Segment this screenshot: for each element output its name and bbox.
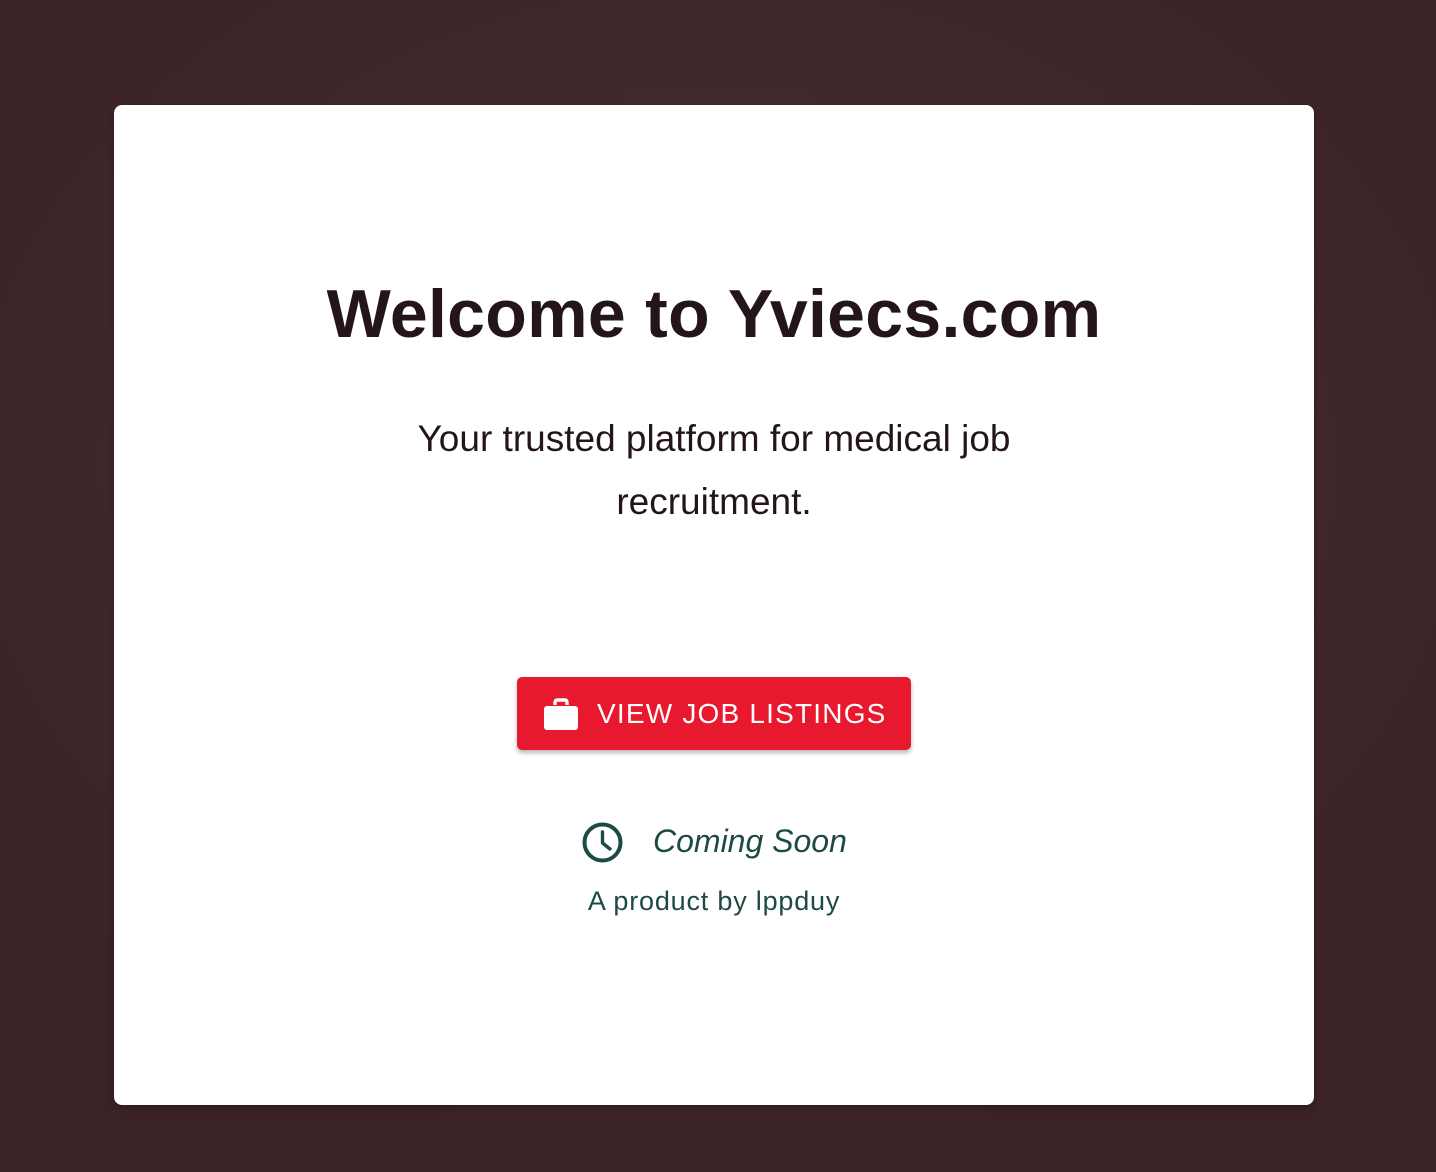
briefcase-icon [544, 698, 578, 730]
coming-soon-text: Coming Soon [653, 823, 847, 859]
coming-soon-status: Coming Soon [581, 817, 881, 865]
view-job-listings-label: VIEW JOB LISTINGS [597, 698, 887, 729]
welcome-card: Welcome to Yviecs.com Your trusted platf… [114, 105, 1314, 1105]
page-title: Welcome to Yviecs.com [326, 276, 1102, 352]
view-job-listings-button[interactable]: VIEW JOB LISTINGS [517, 677, 911, 750]
tagline: Your trusted platform for medical job re… [417, 418, 1011, 522]
product-byline: A product by lppduy [587, 886, 841, 916]
clock-icon [582, 822, 623, 863]
